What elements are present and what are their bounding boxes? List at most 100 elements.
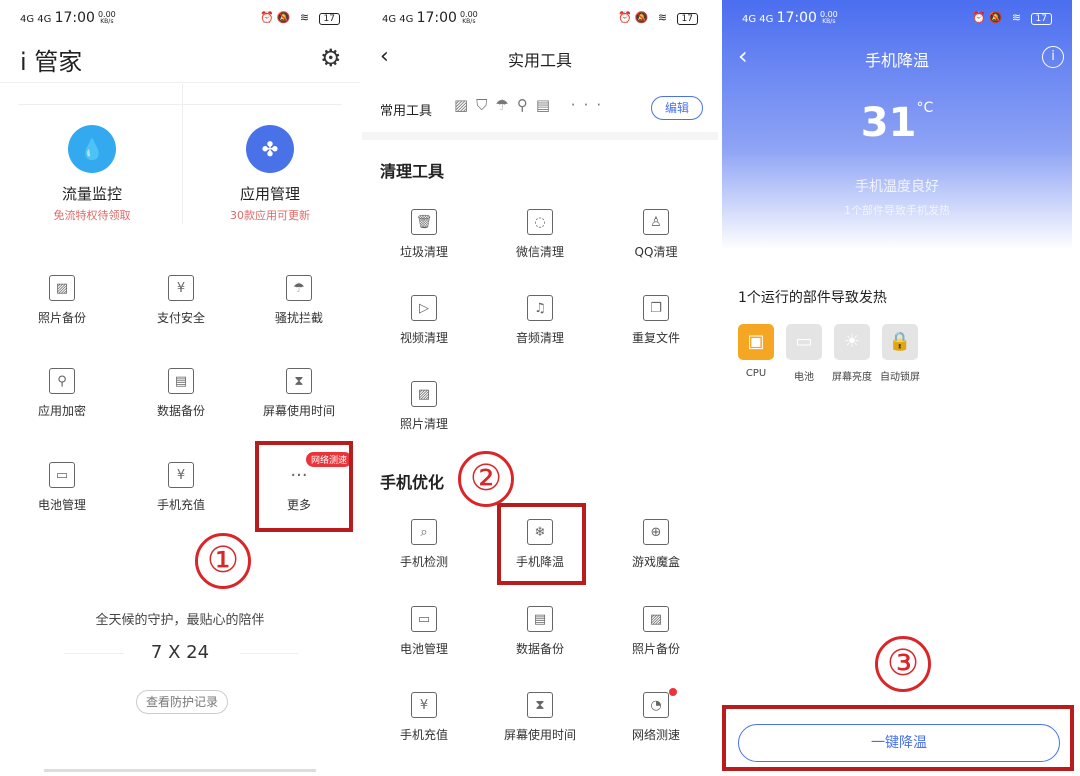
tool-umbrella[interactable]: ☂ 骚扰拦截 (244, 275, 354, 326)
video-icon: ▷ (411, 295, 437, 321)
tool-gamepad[interactable]: ⊕ 游戏魔盒 (601, 519, 711, 570)
trash-icon: 🗑 (411, 209, 437, 235)
common-tools-icons[interactable]: ▨⛉☂⚲▤ ··· (454, 96, 609, 114)
card-subtitle: 免流特权待领取 (53, 209, 131, 222)
server-icon: ▤ (168, 368, 194, 394)
annotation-box-more (255, 441, 353, 532)
card-subtitle: 30款应用可更新 (230, 209, 310, 222)
lock-icon: 🔒 (882, 324, 918, 360)
battery-icon: ▭ (49, 462, 75, 488)
annotation-step-3: ③ (875, 636, 931, 692)
view-record-button[interactable]: 查看防护记录 (136, 690, 228, 714)
cpu-icon: ▣ (738, 324, 774, 360)
phone-yen-icon: ¥ (168, 462, 194, 488)
tool-label: 数据备份 (515, 642, 564, 656)
tool-phone-yen[interactable]: ¥ 手机充值 (126, 462, 236, 513)
tool-label: 照片备份 (37, 311, 86, 325)
tool-files[interactable]: ❐ 重复文件 (601, 295, 711, 346)
tool-label: 照片清理 (399, 417, 448, 431)
tool-label: 垃圾清理 (399, 245, 448, 259)
tool-wechat[interactable]: ◌ 微信清理 (485, 209, 595, 260)
tool-label: 支付安全 (156, 311, 205, 325)
image-icon: ▨ (49, 275, 75, 301)
tool-label: 电池管理 (399, 642, 448, 656)
key-icon: ⚲ (49, 368, 75, 394)
tool-label: 微信清理 (515, 245, 564, 259)
tool-label: 手机检测 (399, 555, 448, 569)
component-battery: ▭ 电池 (784, 324, 824, 383)
wechat-icon: ◌ (527, 209, 553, 235)
battery-indicator: 17 (1030, 13, 1052, 25)
annotation-step-1: ① (195, 533, 251, 589)
status-bar: 4G 4G 17:00 0.00 KB/s ⏰🔕 ≋ 17 (742, 8, 1052, 28)
tool-label: 屏幕使用时间 (262, 404, 335, 418)
page-title: 手机降温 (864, 51, 929, 70)
tool-music[interactable]: ♫ 音频清理 (485, 295, 595, 346)
status-time: 17:00 (416, 10, 457, 26)
tool-server[interactable]: ▤ 数据备份 (485, 606, 595, 657)
gamepad-icon: ⊕ (643, 519, 669, 545)
edit-button[interactable]: 编辑 (651, 96, 703, 120)
annotation-box-cool-button (722, 705, 1074, 771)
gear-icon[interactable]: ⚙ (320, 44, 342, 72)
page-title: i 管家 (20, 48, 83, 76)
card-app-management[interactable]: ✤ 应用管理 30款应用可更新 (200, 125, 340, 223)
phone-yen-icon: ¥ (411, 692, 437, 718)
tool-hourglass[interactable]: ⧗ 屏幕使用时间 (485, 692, 595, 743)
battery-indicator: 17 (318, 13, 340, 25)
card-title: 流量监控 (61, 185, 122, 203)
files-icon: ❐ (643, 295, 669, 321)
tool-label: 音频清理 (515, 331, 564, 345)
tool-image[interactable]: ▨ 照片备份 (7, 275, 117, 326)
brightness-icon: ☀ (834, 324, 870, 360)
tools-screen: 4G 4G 17:00 0.00 KB/s ⏰🔕 ≋ 17 ‹ 实用工具 常用工具 ▨… (362, 0, 718, 776)
umbrella-icon: ☂ (286, 275, 312, 301)
tool-hourglass[interactable]: ⧗ 屏幕使用时间 (244, 368, 354, 419)
tool-label: 照片备份 (631, 642, 680, 656)
status-time: 17:00 (776, 10, 817, 26)
tool-image[interactable]: ▨ 照片备份 (601, 606, 711, 657)
music-icon: ♫ (527, 295, 553, 321)
tool-video[interactable]: ▷ 视频清理 (369, 295, 479, 346)
notification-dot (669, 688, 677, 696)
speedometer-icon: ◔ (643, 692, 669, 718)
battery-icon: ▭ (786, 324, 822, 360)
tool-server[interactable]: ▤ 数据备份 (126, 368, 236, 419)
status-time: 17:00 (54, 10, 95, 26)
tool-label: 视频清理 (399, 331, 448, 345)
tool-qq[interactable]: ♙ QQ清理 (601, 209, 711, 260)
tool-speedometer[interactable]: ◔ 网络测速 (601, 688, 711, 743)
tool-label: 手机充值 (156, 498, 205, 512)
network-speed: 0.00 KB/s (97, 10, 116, 25)
tool-trash[interactable]: 🗑 垃圾清理 (369, 209, 479, 260)
heat-heading: 1个运行的部件导致发热 (738, 290, 887, 306)
network-speed: 0.00 KB/s (459, 10, 478, 25)
tool-battery[interactable]: ▭ 电池管理 (369, 606, 479, 657)
clean-tools-title: 清理工具 (380, 162, 445, 181)
hours-text: 7 X 24 (150, 642, 210, 663)
page-title: 实用工具 (507, 51, 572, 70)
tool-key[interactable]: ⚲ 应用加密 (7, 368, 117, 419)
component-lock: 🔒 自动锁屏 (880, 324, 920, 383)
tool-label: 网络测速 (631, 728, 680, 742)
tool-search-pulse[interactable]: ⌕ 手机检测 (369, 519, 479, 570)
annotation-step-2: ② (458, 451, 514, 507)
component-label: 自动锁屏 (880, 372, 920, 383)
battery-icon: ▭ (411, 606, 437, 632)
status-bar: 4G 4G 17:00 0.00 KB/s ⏰🔕 ≋ 17 (382, 8, 698, 28)
network-speed: 0.00 KB/s (819, 10, 838, 25)
annotation-box-cooling (497, 503, 586, 585)
info-icon[interactable]: i (1042, 46, 1064, 68)
tool-phone-yen[interactable]: ¥ 手机充值 (369, 692, 479, 743)
tool-image[interactable]: ▨ 照片清理 (369, 381, 479, 432)
component-brightness: ☀ 屏幕亮度 (832, 324, 872, 383)
imanager-screen: 4G 4G 17:00 0.00 KB/s ⏰🔕 ≋ 17 i 管家 ⚙ 💧 流量监控免… (0, 0, 360, 776)
card-data-monitor[interactable]: 💧 流量监控 免流特权待领取 (22, 125, 162, 223)
temperature-substatus: 1个部件导致手机发热 (844, 204, 950, 217)
tool-battery[interactable]: ▭ 电池管理 (7, 462, 117, 513)
hourglass-icon: ⧗ (286, 368, 312, 394)
hourglass-icon: ⧗ (527, 692, 553, 718)
phone-optimize-title: 手机优化 (380, 473, 445, 492)
tool-shield-yen[interactable]: ¥ 支付安全 (126, 275, 236, 326)
tool-label: 重复文件 (631, 331, 680, 345)
